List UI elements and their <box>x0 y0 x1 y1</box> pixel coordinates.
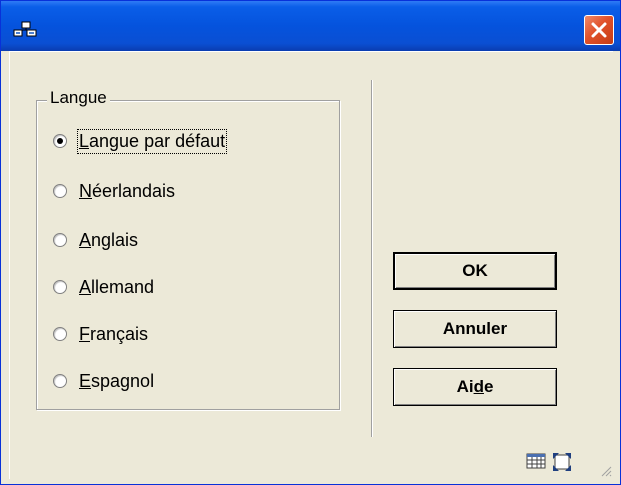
help-button[interactable]: Aide <box>393 368 557 406</box>
radio-button[interactable] <box>53 327 67 341</box>
radio-label[interactable]: Allemand <box>79 277 154 298</box>
radio-language-german[interactable]: Allemand <box>53 273 154 301</box>
radio-button[interactable] <box>53 184 67 198</box>
resize-grip-icon[interactable] <box>600 465 612 477</box>
radio-button[interactable] <box>53 280 67 294</box>
cancel-button[interactable]: Annuler <box>393 310 557 348</box>
close-icon <box>591 22 607 38</box>
radio-language-spanish[interactable]: Espagnol <box>53 367 154 395</box>
radio-selected-dot <box>57 138 63 144</box>
dialog-window: Langue Langue par défaut Néerlandais Ang… <box>0 0 621 485</box>
vertical-divider <box>371 80 373 437</box>
radio-label[interactable]: Anglais <box>79 230 138 251</box>
radio-label[interactable]: Espagnol <box>79 371 154 392</box>
help-button-label: Aide <box>456 377 494 396</box>
grid-icon[interactable] <box>526 452 546 470</box>
radio-button[interactable] <box>53 374 67 388</box>
expand-icon[interactable] <box>552 452 572 472</box>
close-button[interactable] <box>584 15 614 45</box>
radio-label[interactable]: Néerlandais <box>79 181 175 202</box>
language-groupbox: Langue Langue par défaut Néerlandais Ang… <box>36 88 340 410</box>
dialog-body: Langue Langue par défaut Néerlandais Ang… <box>9 51 613 479</box>
radio-language-default[interactable]: Langue par défaut <box>53 127 228 155</box>
radio-button[interactable] <box>53 134 67 148</box>
radio-label[interactable]: Français <box>79 324 148 345</box>
radio-button[interactable] <box>53 233 67 247</box>
ok-button-label: OK <box>462 261 488 280</box>
radio-language-dutch[interactable]: Néerlandais <box>53 177 175 205</box>
ok-button[interactable]: OK <box>393 252 557 290</box>
cancel-button-label: Annuler <box>442 319 508 338</box>
app-network-icon <box>13 21 37 37</box>
radio-label[interactable]: Langue par défaut <box>76 128 228 154</box>
language-group-label: Langue <box>47 88 110 108</box>
radio-language-english[interactable]: Anglais <box>53 226 138 254</box>
radio-language-french[interactable]: Français <box>53 320 148 348</box>
title-bar[interactable] <box>1 1 620 51</box>
status-icons <box>526 452 572 472</box>
